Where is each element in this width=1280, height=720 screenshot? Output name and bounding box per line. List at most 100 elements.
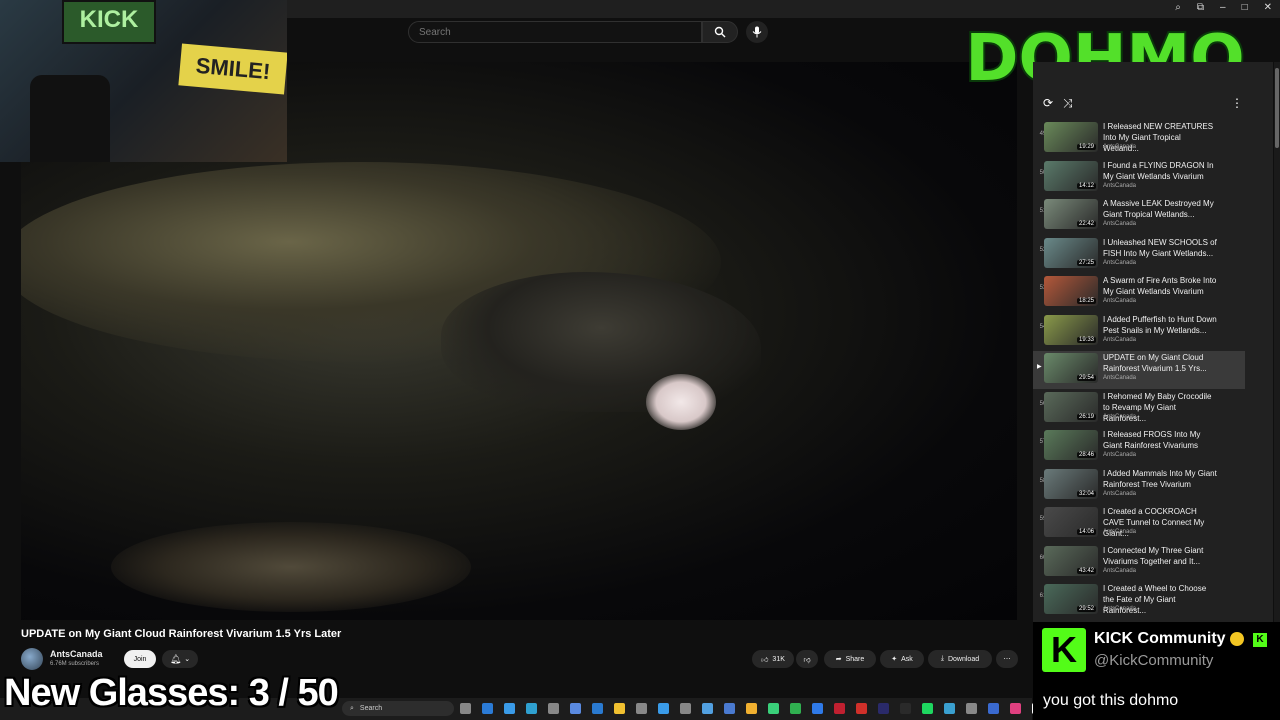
taskbar-app-icon[interactable]	[922, 703, 933, 714]
video-thumbnail[interactable]: 28:46	[1044, 430, 1098, 460]
taskbar-app-icon[interactable]	[900, 703, 911, 714]
playlist-item[interactable]: 49 19:29 I Released NEW CREATURES Into My …	[1033, 120, 1245, 158]
voice-search-button[interactable]	[746, 21, 768, 43]
webcam-overlay: KICK SMILE!	[0, 0, 287, 162]
video-thumbnail[interactable]: 19:29	[1044, 122, 1098, 152]
taskbar-app-icon[interactable]	[570, 703, 581, 714]
dislike-button[interactable]: 👎︎	[796, 650, 818, 668]
playlist-item-title[interactable]: A Massive LEAK Destroyed My Giant Tropic…	[1103, 198, 1218, 220]
playlist-item-channel[interactable]: AntsCanada	[1103, 606, 1136, 612]
taskbar-app-icon[interactable]	[988, 703, 999, 714]
video-thumbnail[interactable]: 32:04	[1044, 468, 1098, 499]
taskbar-app-icon[interactable]	[460, 703, 471, 714]
playlist-item[interactable]: 52 27:25 I Unleashed NEW SCHOOLS of FISH I…	[1033, 236, 1245, 274]
taskbar-app-icon[interactable]	[944, 703, 955, 714]
shuffle-icon[interactable]: ⤨	[1063, 96, 1073, 111]
video-thumbnail[interactable]: 18:25	[1044, 276, 1098, 306]
playlist-item[interactable]: 56 26:19 I Rehomed My Baby Crocodile to Re…	[1033, 390, 1245, 428]
playlist-item-channel[interactable]: AntsCanada	[1103, 260, 1136, 266]
taskbar-app-icon[interactable]	[702, 703, 713, 714]
playlist-item-title[interactable]: I Connected My Three Giant Vivariums Tog…	[1103, 545, 1218, 567]
playlist-item-channel[interactable]: AntsCanada	[1103, 414, 1136, 420]
playlist-item-channel[interactable]: AntsCanada	[1103, 529, 1136, 535]
playlist-item-channel[interactable]: AntsCanada	[1103, 183, 1136, 189]
more-actions-button[interactable]: ⋯	[996, 650, 1018, 668]
ask-button[interactable]: ✦ Ask	[880, 650, 924, 668]
playlist-item-title[interactable]: I Unleashed NEW SCHOOLS of FISH Into My …	[1103, 237, 1218, 259]
playlist-item[interactable]: 29:54 UPDATE on My Giant Cloud Rainforest…	[1033, 351, 1245, 389]
video-thumbnail[interactable]: 19:33	[1044, 314, 1098, 345]
playlist-item-channel[interactable]: AntsCanada	[1103, 568, 1136, 574]
kick-handle: @KickCommunity	[1094, 652, 1214, 669]
taskbar-app-icon[interactable]	[592, 703, 603, 714]
taskbar-app-icon[interactable]	[526, 703, 537, 714]
playlist-item[interactable]: 51 22:42 A Massive LEAK Destroyed My Giant…	[1033, 197, 1245, 235]
playlist-item-channel[interactable]: AntsCanada	[1103, 375, 1136, 381]
playlist-item-title[interactable]: I Found a FLYING DRAGON In My Giant Wetl…	[1103, 160, 1218, 182]
taskbar-app-icon[interactable]	[790, 703, 801, 714]
taskbar-app-icon[interactable]	[636, 703, 647, 714]
playlist-item-channel[interactable]: AntsCanada	[1103, 452, 1136, 458]
download-button[interactable]: ⤓ Download	[928, 650, 992, 668]
taskbar-app-icon[interactable]	[878, 703, 889, 714]
playlist-item[interactable]: 59 14:06 I Created a COCKROACH CAVE Tunnel…	[1033, 505, 1245, 543]
scrollbar-thumb[interactable]	[1275, 68, 1279, 148]
taskbar-app-icon[interactable]	[680, 703, 691, 714]
search-input[interactable]	[409, 22, 699, 43]
video-thumbnail[interactable]: 22:42	[1044, 199, 1098, 229]
taskbar-app-icon[interactable]	[746, 703, 757, 714]
taskbar-app-icon[interactable]	[856, 703, 867, 714]
channel-name[interactable]: AntsCanada	[50, 649, 103, 659]
taskbar-app-icon[interactable]	[768, 703, 779, 714]
playlist-item-title[interactable]: I Added Mammals Into My Giant Rainforest…	[1103, 468, 1218, 490]
restore-icon[interactable]: ⧉	[1197, 2, 1204, 13]
playlist-item-channel[interactable]: AntsCanada	[1103, 337, 1136, 343]
playlist-item-title[interactable]: I Released FROGS Into My Giant Rainfores…	[1103, 429, 1218, 451]
playlist-item[interactable]: 57 28:46 I Released FROGS Into My Giant Ra…	[1033, 428, 1245, 466]
playlist-item-title[interactable]: I Added Pufferfish to Hunt Down Pest Sna…	[1103, 314, 1218, 336]
video-thumbnail[interactable]: 14:12	[1044, 160, 1098, 191]
playlist-item-channel[interactable]: AntsCanada	[1103, 221, 1136, 227]
minimize-icon[interactable]: –	[1220, 2, 1226, 13]
taskbar-app-icon[interactable]	[966, 703, 977, 714]
taskbar-app-icon[interactable]	[504, 703, 515, 714]
notification-button[interactable]: 🔔︎ ⌄	[162, 650, 198, 668]
playlist-item-title[interactable]: A Swarm of Fire Ants Broke Into My Giant…	[1103, 275, 1218, 297]
playlist-item-title[interactable]: UPDATE on My Giant Cloud Rainforest Viva…	[1103, 352, 1218, 374]
share-button[interactable]: ➦ Share	[824, 650, 876, 668]
playlist-item[interactable]: 54 19:33 I Added Pufferfish to Hunt Down P…	[1033, 313, 1245, 351]
taskbar-app-icon[interactable]	[614, 703, 625, 714]
video-thumbnail[interactable]: 14:06	[1044, 507, 1098, 537]
search-box[interactable]	[408, 21, 702, 43]
like-button[interactable]: 👍︎ 31K	[752, 650, 794, 668]
search-button[interactable]	[702, 21, 738, 43]
video-thumbnail[interactable]: 29:54	[1044, 353, 1098, 383]
channel-avatar[interactable]	[21, 648, 43, 670]
video-thumbnail[interactable]: 26:19	[1044, 391, 1098, 422]
playlist-item-channel[interactable]: AntsCanada	[1103, 144, 1136, 150]
taskbar-app-icon[interactable]	[482, 703, 493, 714]
playlist-item[interactable]: 50 14:12 I Found a FLYING DRAGON In My Gia…	[1033, 159, 1245, 197]
playlist-item[interactable]: 61 29:52 I Created a Wheel to Choose the F…	[1033, 582, 1245, 620]
taskbar-app-icon[interactable]	[548, 703, 559, 714]
loop-icon[interactable]: ⟳	[1043, 96, 1053, 110]
video-thumbnail[interactable]: 27:25	[1044, 237, 1098, 268]
taskbar-app-icon[interactable]	[834, 703, 845, 714]
video-thumbnail[interactable]: 29:52	[1044, 584, 1098, 614]
taskbar-app-icon[interactable]	[658, 703, 669, 714]
close-icon[interactable]: ✕	[1264, 2, 1272, 13]
taskbar-app-icon[interactable]	[812, 703, 823, 714]
more-options-icon[interactable]: ⋮	[1231, 96, 1243, 110]
playlist-item-channel[interactable]: AntsCanada	[1103, 298, 1136, 304]
playlist-item[interactable]: 58 32:04 I Added Mammals Into My Giant Rai…	[1033, 467, 1245, 505]
playlist-item[interactable]: 60 43:42 I Connected My Three Giant Vivari…	[1033, 544, 1245, 582]
zoom-icon[interactable]: ⌕	[1175, 2, 1181, 13]
taskbar-app-icon[interactable]	[1010, 703, 1021, 714]
join-button[interactable]: Join	[124, 650, 156, 668]
maximize-icon[interactable]: □	[1242, 2, 1248, 13]
playlist-item[interactable]: 53 18:25 A Swarm of Fire Ants Broke Into M…	[1033, 274, 1245, 312]
video-thumbnail[interactable]: 43:42	[1044, 545, 1098, 576]
taskbar-app-icon[interactable]	[724, 703, 735, 714]
taskbar-search[interactable]: ⌕ Search	[342, 701, 454, 716]
playlist-item-channel[interactable]: AntsCanada	[1103, 491, 1136, 497]
